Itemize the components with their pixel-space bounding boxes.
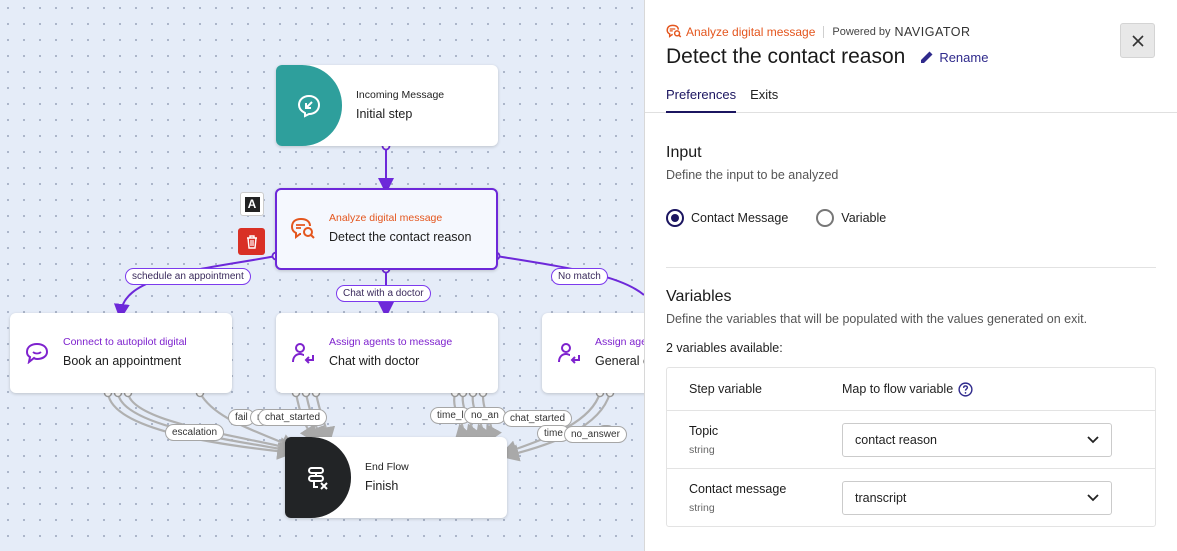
- edge-label[interactable]: escalation: [165, 424, 225, 441]
- separator: [823, 25, 825, 38]
- end-flow-icon: [285, 437, 351, 518]
- radio-label: Variable: [841, 211, 887, 225]
- tab-preferences[interactable]: Preferences: [666, 87, 737, 113]
- close-icon: [1131, 34, 1144, 47]
- node-assign-doctor[interactable]: Assign agents to message Chat with docto…: [276, 313, 498, 393]
- edge-label[interactable]: Chat with a doctor: [336, 285, 431, 302]
- node-kind: Analyze digital message: [329, 212, 443, 224]
- chevron-down-icon: [1087, 435, 1099, 443]
- node-kind: Connect to autopilot digital: [63, 336, 187, 348]
- assign-agent-icon: [542, 341, 595, 365]
- variable-type: string: [689, 501, 715, 514]
- select-value: contact reason: [855, 432, 937, 447]
- font-button[interactable]: A: [240, 192, 264, 216]
- node-name: Chat with doctor: [329, 354, 420, 368]
- variables-count: 2 variables available:: [666, 341, 783, 355]
- radio-dot: [666, 209, 684, 227]
- panel-header: Analyze digital message Powered by NAVIG…: [645, 0, 1177, 113]
- chevron-down-icon: [1087, 493, 1099, 501]
- section-divider: [666, 267, 1156, 268]
- node-autopilot[interactable]: Connect to autopilot digital Book an app…: [10, 313, 232, 393]
- radio-label: Contact Message: [691, 211, 789, 225]
- radio-variable[interactable]: Variable: [816, 209, 886, 227]
- node-incoming-message[interactable]: Incoming Message Initial step: [276, 65, 498, 146]
- message-in-icon: [276, 65, 342, 146]
- edge-label[interactable]: no_an: [464, 407, 506, 424]
- step-title: Detect the contact reason: [666, 45, 906, 68]
- input-section-desc: Define the input to be analyzed: [666, 168, 839, 182]
- node-name: Detect the contact reason: [329, 230, 472, 244]
- variables-section-desc: Define the variables that will be popula…: [666, 312, 1088, 326]
- node-name: Finish: [365, 478, 399, 493]
- variable-type: string: [689, 443, 715, 456]
- flow-canvas[interactable]: Incoming Message Initial step A Analyze …: [0, 0, 644, 551]
- rename-button[interactable]: Rename: [920, 50, 988, 65]
- analyze-message-icon: [666, 24, 682, 38]
- node-end-flow[interactable]: End Flow Finish: [285, 437, 507, 518]
- table-header: Step variable Map to flow variable: [667, 368, 1155, 410]
- tab-exits[interactable]: Exits: [750, 87, 778, 113]
- variables-table: Step variable Map to flow variable Topic…: [666, 367, 1156, 527]
- input-section-title: Input: [666, 144, 702, 161]
- flow-variable-select[interactable]: transcript: [842, 480, 1112, 515]
- variables-section-title: Variables: [666, 288, 732, 305]
- node-name: Book an appointment: [63, 354, 182, 368]
- panel-tabs: Preferences Exits: [666, 87, 792, 113]
- analyze-message-icon: [277, 217, 329, 241]
- close-button[interactable]: [1120, 23, 1155, 58]
- select-value: transcript: [855, 490, 907, 505]
- node-kind: Assign agents to message: [595, 336, 644, 348]
- variable-name: Topic: [689, 423, 719, 438]
- column-step-variable: Step variable: [689, 382, 762, 396]
- flow-variable-select[interactable]: contact reason: [842, 422, 1112, 457]
- node-kind: Incoming Message: [356, 88, 445, 101]
- chat-bubble-icon: [10, 342, 63, 364]
- panel-body: Input Define the input to be analyzed Co…: [645, 144, 1177, 527]
- pencil-icon: [921, 51, 933, 63]
- node-name: General c: [595, 354, 644, 368]
- radio-contact-message[interactable]: Contact Message: [666, 209, 788, 227]
- rename-label: Rename: [939, 49, 989, 65]
- edge-label[interactable]: no_answer: [564, 426, 627, 443]
- edge-label[interactable]: chat_started: [258, 409, 328, 426]
- brand-label: NAVIGATOR: [894, 24, 971, 39]
- node-analyze-message[interactable]: Analyze digital message Detect the conta…: [275, 188, 498, 270]
- edge-label[interactable]: No match: [551, 268, 608, 285]
- node-assign-general[interactable]: Assign agents to message General c: [542, 313, 644, 393]
- table-row: Contact message string transcript: [667, 468, 1155, 526]
- node-kind: End Flow: [365, 460, 409, 473]
- edge-label[interactable]: schedule an appointment: [125, 268, 251, 285]
- trash-icon: [246, 234, 257, 249]
- table-row: Topic string contact reason: [667, 410, 1155, 468]
- input-radio-group: Contact Message Variable: [666, 209, 1156, 227]
- help-icon[interactable]: [958, 381, 973, 397]
- variable-name: Contact message: [689, 481, 787, 496]
- step-properties-panel: Analyze digital message Powered by NAVIG…: [644, 0, 1177, 551]
- breadcrumb: Analyze digital message Powered by NAVIG…: [666, 0, 1156, 39]
- delete-button[interactable]: [238, 228, 265, 255]
- step-type-label: Analyze digital message: [686, 24, 816, 39]
- powered-by-label: Powered by: [832, 25, 891, 38]
- node-name: Initial step: [356, 106, 413, 121]
- column-map-variable: Map to flow variable: [842, 382, 954, 396]
- radio-dot: [816, 209, 835, 227]
- assign-agent-icon: [276, 341, 329, 365]
- node-kind: Assign agents to message: [329, 336, 453, 348]
